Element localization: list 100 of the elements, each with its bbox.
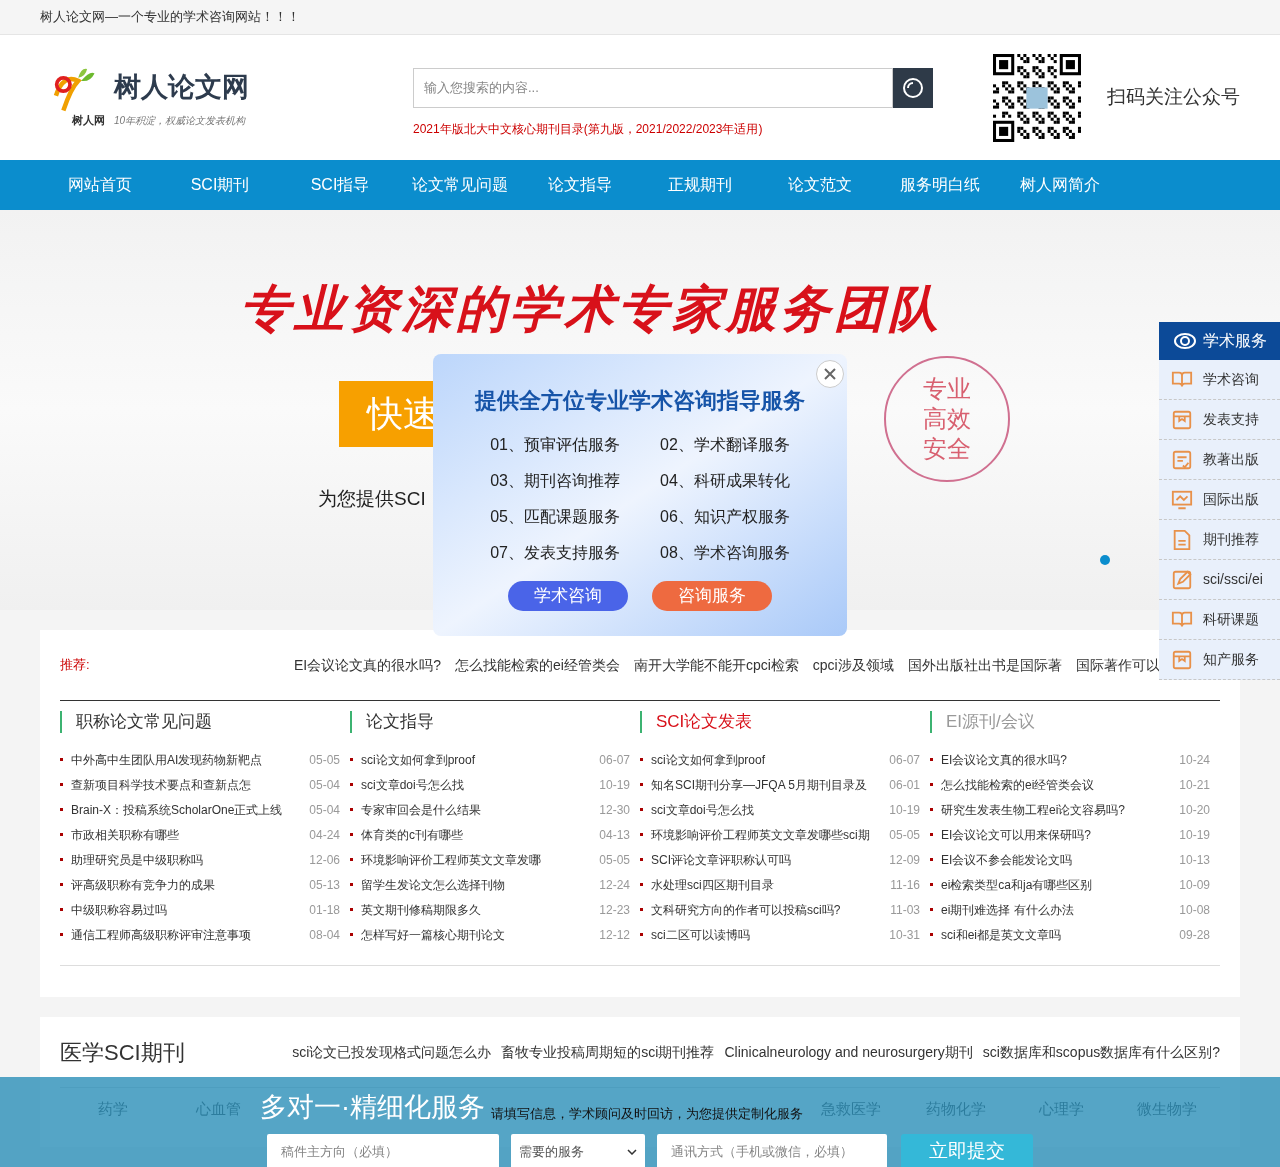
- top-bar-text: 树人论文网—一个专业的学术咨询网站！！！: [40, 8, 300, 27]
- sidebar-item[interactable]: 学术咨询: [1159, 360, 1280, 400]
- column-title[interactable]: SCI论文发表: [640, 711, 920, 733]
- article-link[interactable]: 体育类的c刊有哪些: [361, 825, 594, 844]
- article-link[interactable]: 中级职称容易过吗: [71, 900, 304, 919]
- article-link[interactable]: sci和ei都是英文文章吗: [941, 925, 1174, 944]
- close-icon: [823, 367, 837, 381]
- article-date: 12-12: [599, 926, 630, 944]
- bullet-icon: [60, 808, 63, 811]
- article-link[interactable]: 评高级职称有竞争力的成果: [71, 875, 304, 894]
- article-link[interactable]: 怎样写好一篇核心期刊论文: [361, 925, 594, 944]
- sidebar-item[interactable]: 科研课题: [1159, 600, 1280, 640]
- recommend-link[interactable]: 南开大学能不能开cpci检索: [633, 654, 799, 676]
- article-date: 12-09: [889, 851, 920, 869]
- article-link[interactable]: 中外高中生团队用AI发现药物新靶点: [71, 750, 304, 769]
- article-link[interactable]: sci文章doi号怎么找: [651, 800, 884, 819]
- bullet-icon: [640, 933, 643, 936]
- article-date: 12-30: [599, 801, 630, 819]
- recommend-link[interactable]: 国外出版社出书是国际著: [907, 654, 1062, 676]
- nav-link[interactable]: SCI期刊: [160, 160, 280, 210]
- article-date: 10-31: [889, 926, 920, 944]
- sidebar-item[interactable]: 知产服务: [1159, 640, 1280, 680]
- nav-link[interactable]: 论文指导: [520, 160, 640, 210]
- article-date: 12-23: [599, 901, 630, 919]
- nav-link[interactable]: SCI指导: [280, 160, 400, 210]
- logo-name: 树人论文网: [114, 70, 249, 104]
- recommend-link[interactable]: cpci涉及领域: [812, 654, 894, 676]
- bullet-icon: [60, 908, 63, 911]
- column-title[interactable]: 论文指导: [350, 711, 630, 733]
- article-link[interactable]: 英文期刊修稿期限多久: [361, 900, 594, 919]
- article-link[interactable]: 查新项目科学技术要点和查新点怎: [71, 775, 304, 794]
- search-button[interactable]: [893, 67, 933, 108]
- article-link[interactable]: 环境影响评价工程师英文文章发哪些sci期: [651, 825, 884, 844]
- nav-link[interactable]: 论文范文: [760, 160, 880, 210]
- article-date: 10-24: [1179, 751, 1210, 769]
- article-link[interactable]: 水处理sci四区期刊目录: [651, 875, 885, 894]
- bullet-icon: [60, 758, 63, 761]
- article-date: 10-19: [599, 776, 630, 794]
- article-date: 10-19: [1179, 826, 1210, 844]
- article-link[interactable]: 助理研究员是中级职称吗: [71, 850, 304, 869]
- service-select[interactable]: 需要的服务: [511, 1133, 645, 1167]
- article-link[interactable]: sci论文如何拿到proof: [651, 750, 884, 769]
- bullet-icon: [350, 858, 353, 861]
- article-link[interactable]: EI会议不参会能发论文吗: [941, 850, 1174, 869]
- article-link[interactable]: 留学生发论文怎么选择刊物: [361, 875, 594, 894]
- document-icon: [1171, 528, 1193, 551]
- recommend-link[interactable]: EI会议论文真的很水吗?: [294, 654, 441, 676]
- service-item: 06、知识产权服务: [660, 507, 790, 527]
- article-date: 05-05: [309, 751, 340, 769]
- section-title: 医学SCI期刊: [60, 1038, 185, 1067]
- article-link[interactable]: sci论文如何拿到proof: [361, 750, 594, 769]
- sidebar-item[interactable]: 教著出版: [1159, 440, 1280, 480]
- article-link[interactable]: 怎么找能检索的ei经管类会议: [941, 775, 1174, 794]
- monitor-icon: [1171, 488, 1193, 511]
- sidebar-item[interactable]: 国际出版: [1159, 480, 1280, 520]
- article-link[interactable]: 畜牧专业投稿周期短的sci期刊推荐: [501, 1041, 715, 1063]
- article-link[interactable]: sci文章doi号怎么找: [361, 775, 594, 794]
- feature-badge: 专业 高效 安全: [884, 356, 1010, 482]
- bullet-icon: [60, 883, 63, 886]
- recommend-link[interactable]: 国际著作可以: [1075, 654, 1160, 676]
- article-link[interactable]: EI会议论文可以用来保研吗?: [941, 825, 1174, 844]
- bullet-icon: [640, 883, 643, 886]
- article-link[interactable]: ei检索类型ca和ja有哪些区别: [941, 875, 1174, 894]
- search-field[interactable]: 输入您搜索的内容...: [413, 67, 893, 108]
- popup-button[interactable]: 学术咨询: [508, 581, 628, 611]
- article-link[interactable]: sci论文已投发现格式问题怎么办: [292, 1041, 492, 1063]
- article-link[interactable]: Brain-X：投稿系统ScholarOne正式上线: [71, 800, 304, 819]
- contact-field[interactable]: 通讯方式（手机或微信，必填）: [657, 1133, 887, 1167]
- checklist-icon: [1171, 448, 1193, 471]
- nav-link[interactable]: 论文常见问题: [400, 160, 520, 210]
- article-link[interactable]: sci二区可以读博吗: [651, 925, 884, 944]
- bullet-icon: [350, 758, 353, 761]
- journal-catalog-link[interactable]: 2021年版北大中文核心期刊目录(第九版，2021/2022/2023年适用): [413, 119, 933, 138]
- article-link[interactable]: 知名SCI期刊分享—JFQA 5月期刊目录及: [651, 775, 884, 794]
- article-link[interactable]: 专家审回会是什么结果: [361, 800, 594, 819]
- article-link[interactable]: ei期刊难选择 有什么办法: [941, 900, 1174, 919]
- article-date: 04-24: [309, 826, 340, 844]
- article-link[interactable]: 通信工程师高级职称评审注意事项: [71, 925, 304, 944]
- sidebar-item[interactable]: sci/ssci/ei: [1159, 560, 1280, 600]
- sidebar-item[interactable]: 发表支持: [1159, 400, 1280, 440]
- article-link[interactable]: Clinicalneurology and neurosurgery期刊: [724, 1041, 973, 1063]
- article-date: 05-05: [889, 826, 920, 844]
- bullet-icon: [640, 783, 643, 786]
- sidebar-item[interactable]: 期刊推荐: [1159, 520, 1280, 560]
- box-icon: [1171, 648, 1193, 671]
- nav-link[interactable]: 网站首页: [40, 160, 160, 210]
- article-link[interactable]: SCI评论文章评职称认可吗: [651, 850, 884, 869]
- article-link[interactable]: 环境影响评价工程师英文文章发哪: [361, 850, 594, 869]
- nav-link[interactable]: 服务明白纸: [880, 160, 1000, 210]
- column-title[interactable]: 职称论文常见问题: [60, 711, 340, 733]
- nav-link[interactable]: 树人网简介: [1000, 160, 1120, 210]
- article-link[interactable]: 研究生发表生物工程ei论文容易吗?: [941, 800, 1174, 819]
- direction-field[interactable]: 稿件主方向（必填）: [267, 1133, 499, 1167]
- close-button[interactable]: [816, 360, 844, 388]
- article-link[interactable]: sci数据库和scopus数据库有什么区别?: [982, 1041, 1220, 1063]
- nav-link[interactable]: 正规期刊: [640, 160, 760, 210]
- article-link[interactable]: 市政相关职称有哪些: [71, 825, 304, 844]
- recommend-link[interactable]: 怎么找能检索的ei经管类会: [455, 654, 620, 676]
- article-link[interactable]: 文科研究方向的作者可以投稿sci吗?: [651, 900, 885, 919]
- article-link[interactable]: EI会议论文真的很水吗?: [941, 750, 1174, 769]
